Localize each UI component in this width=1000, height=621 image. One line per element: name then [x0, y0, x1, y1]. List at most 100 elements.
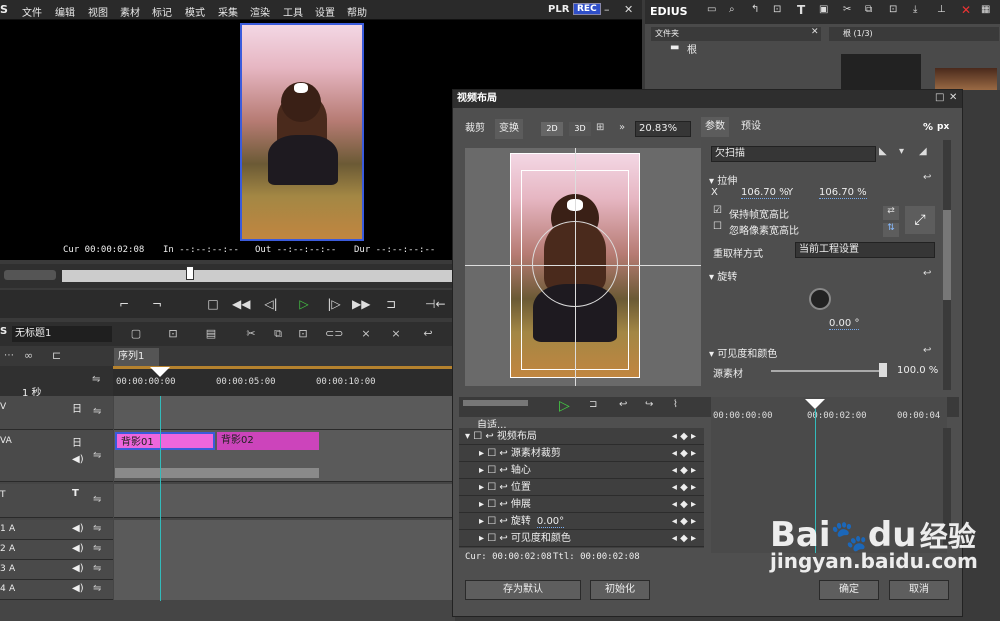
mark-out-icon[interactable]: ¬ [148, 295, 166, 313]
reset-icon[interactable]: ↩ [923, 268, 931, 279]
play-icon[interactable]: ▷ [295, 295, 313, 313]
swap-icon[interactable]: ⇄ [883, 206, 899, 220]
menu-help[interactable]: 帮助 [347, 4, 367, 19]
track-header-a1[interactable]: 1 A ◀) ⇋ [0, 520, 113, 540]
title-icon[interactable]: T [797, 3, 805, 17]
menu-marker[interactable]: 标记 [152, 4, 172, 19]
add-to-timeline-icon[interactable]: ⤓ [913, 4, 917, 15]
menu-file[interactable]: 文件 [22, 4, 42, 19]
title-track-icon[interactable]: T [72, 488, 79, 499]
paste-icon[interactable]: ⊡ [295, 326, 311, 342]
cut-icon[interactable]: ✂ [243, 326, 259, 342]
step-forward-icon[interactable]: |▷ [325, 295, 343, 313]
playhead-marker[interactable] [150, 367, 170, 377]
menu-tools[interactable]: 工具 [283, 4, 303, 19]
scrubber-track[interactable] [62, 270, 452, 282]
kf-nav-icon[interactable]: ◂ ◆ ▸ [672, 513, 696, 530]
clip-1[interactable]: 背影01 [115, 432, 215, 450]
delete-icon[interactable]: × [358, 326, 374, 342]
copy-icon[interactable]: ⧉ [270, 326, 286, 342]
chevron-down-icon[interactable]: ▾ [899, 146, 904, 157]
scrubber-scroll[interactable] [4, 270, 56, 280]
x-value[interactable]: 106.70 % [741, 187, 789, 199]
root-folder[interactable]: 根 [687, 41, 697, 56]
kf-nav-icon[interactable]: ◂ ◆ ▸ [672, 496, 696, 513]
fast-forward-icon[interactable]: ▶▶ [352, 295, 370, 313]
menu-capture[interactable]: 采集 [218, 4, 238, 19]
fit-frame-icon[interactable]: ⤢ [905, 206, 935, 234]
menu-view[interactable]: 视图 [88, 4, 108, 19]
prev-keyframe-icon[interactable]: ↩ [619, 399, 627, 410]
unit-percent[interactable]: % [923, 122, 933, 133]
ripple-icon[interactable]: × [388, 326, 404, 342]
menu-edit[interactable]: 编辑 [55, 4, 75, 19]
ok-button[interactable]: 确定 [819, 580, 879, 600]
mark-in-icon[interactable]: ⌐ [115, 295, 133, 313]
graph-icon[interactable]: ⌇ [673, 399, 678, 410]
align-icon[interactable]: ◣ [879, 146, 887, 157]
kf-row-stretch[interactable]: ▸ ☐ ↩ 伸展 ◂ ◆ ▸ [459, 496, 704, 513]
speaker-icon[interactable]: ◀) [72, 583, 84, 594]
cut-icon[interactable]: ✂ [843, 4, 851, 15]
keep-aspect-checkbox[interactable]: ☑ [713, 205, 722, 216]
loop-icon[interactable]: ⊐ [382, 295, 400, 313]
open-icon[interactable]: ⊡ [165, 326, 181, 342]
y-value[interactable]: 106.70 % [819, 187, 867, 199]
speaker-icon[interactable]: ◀) [72, 543, 84, 554]
rotate-section[interactable]: ▾ 旋转 [709, 268, 737, 283]
tab-presets[interactable]: 预设 [737, 117, 765, 137]
kf-nav-icon[interactable]: ◂ ◆ ▸ [672, 462, 696, 479]
kf-row-source-crop[interactable]: ▸ ☐ ↩ 源素材裁剪 ◂ ◆ ▸ [459, 445, 704, 462]
visibility-section[interactable]: ▾ 可见度和颜色 [709, 345, 777, 360]
send-icon[interactable]: ⊥ [937, 4, 946, 15]
menu-settings[interactable]: 设置 [315, 4, 335, 19]
track-header-va[interactable]: VA 日 ◀) ⇋ [0, 430, 113, 482]
kf-nav-icon[interactable]: ◂ ◆ ▸ [672, 445, 696, 462]
link-aspect-icon[interactable]: ⇅ [883, 223, 899, 237]
new-icon[interactable]: ▢ [128, 326, 144, 342]
copy-icon[interactable]: ⧉ [865, 4, 872, 15]
track-lane-audio[interactable] [114, 520, 455, 600]
kf-nav-icon[interactable]: ◂ ◆ ▸ [672, 530, 696, 547]
kf-row-video-layout[interactable]: ▾ ☐ ↩ 视频布局 ◂ ◆ ▸ [459, 428, 704, 445]
color-bar-icon[interactable]: ▣ [819, 4, 828, 15]
rotate-value[interactable]: 0.00 ° [829, 318, 860, 330]
stretch-section[interactable]: ▾ 拉伸 [709, 172, 737, 187]
folder-icon[interactable]: ▭ [707, 4, 716, 15]
rotation-dial[interactable] [809, 288, 831, 310]
track-header-a2[interactable]: 2 A ◀) ⇋ [0, 540, 113, 560]
track-header-a4[interactable]: 4 A ◀) ⇋ [0, 580, 113, 600]
import-icon[interactable]: ⊡ [773, 4, 781, 15]
opacity-slider-track[interactable] [771, 370, 881, 372]
resample-select[interactable]: 当前工程设置 [795, 242, 935, 258]
up-icon[interactable]: ↰ [751, 4, 759, 15]
link-track-icon[interactable]: ⇋ [93, 494, 101, 505]
unit-pixel[interactable]: px [937, 122, 949, 132]
plr-label[interactable]: PLR [548, 4, 569, 15]
align-right-icon[interactable]: ◢ [919, 146, 927, 157]
rewind-icon[interactable]: ◀◀ [232, 295, 250, 313]
snap-icon[interactable]: ⊏ [52, 349, 61, 362]
grid-icon[interactable]: ⊞ [596, 122, 604, 133]
tab-transform[interactable]: 变换 [495, 119, 523, 139]
properties-icon[interactable]: ▦ [981, 4, 990, 15]
track-header-t[interactable]: T T ⇋ [0, 484, 113, 518]
save-icon[interactable]: ▤ [203, 326, 219, 342]
param-scrollbar-thumb[interactable] [943, 210, 951, 300]
chevron-right-icon[interactable]: » [619, 122, 625, 133]
audio-clip-waveform[interactable] [115, 468, 319, 478]
mode-3d-button[interactable]: 3D [569, 122, 591, 136]
zoom-select[interactable]: 20.83% [635, 121, 691, 137]
minimize-icon[interactable]: – [604, 3, 610, 16]
tab-sequence-1[interactable]: 序列1 [114, 348, 159, 366]
track-lane-t[interactable] [114, 484, 455, 518]
insert-mode-icon[interactable]: ⊣← [425, 295, 446, 313]
initialize-button[interactable]: 初始化 [590, 580, 650, 600]
clip-2[interactable]: 背影02 [217, 432, 319, 450]
next-keyframe-icon[interactable]: ↪ [645, 399, 653, 410]
menu-mode[interactable]: 模式 [185, 4, 205, 19]
bin-thumbnail-1[interactable] [841, 54, 921, 90]
stop-icon[interactable]: □ [204, 295, 222, 313]
close-icon[interactable]: ✕ [949, 92, 957, 103]
opacity-slider-handle[interactable] [879, 363, 887, 377]
